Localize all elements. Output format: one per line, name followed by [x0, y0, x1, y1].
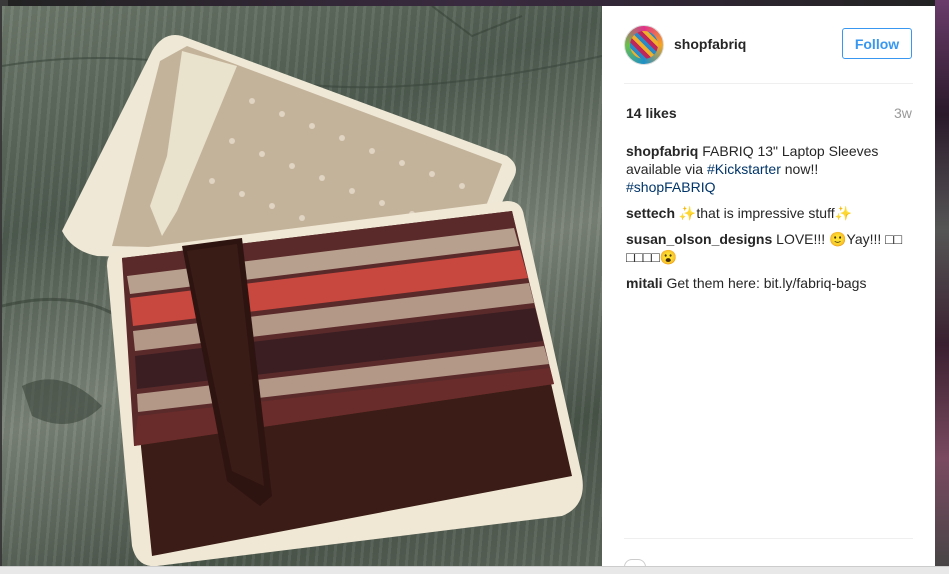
post-age[interactable]: 3w	[894, 105, 912, 121]
post-header: shopfabriq Follow	[602, 6, 935, 84]
comment-username[interactable]: susan_olson_designs	[626, 231, 772, 247]
caption: shopfabriq FABRIQ 13" Laptop Sleeves ava…	[626, 142, 916, 196]
comment-text: Get them here: bit.ly/fabriq-bags	[666, 275, 867, 291]
caption-username[interactable]: shopfabriq	[626, 143, 698, 159]
front-sleeve	[107, 201, 583, 566]
comment-username[interactable]: settech	[626, 205, 675, 221]
likes-count[interactable]: 14 likes	[626, 105, 677, 121]
post-photo[interactable]	[2, 6, 602, 566]
photo-illustration	[2, 6, 602, 566]
hashtag-kickstarter[interactable]: #Kickstarter	[707, 161, 781, 177]
comment-item: settech ✨that is impressive stuff✨	[626, 204, 916, 222]
comment-item: susan_olson_designs LOVE!!! 🙂Yay!!! □□ □…	[626, 230, 916, 266]
comment-username[interactable]: mitali	[626, 275, 663, 291]
avatar[interactable]	[624, 25, 664, 65]
post-modal: shopfabriq Follow 14 likes 3w shopfabriq…	[2, 6, 935, 567]
post-sidebar: shopfabriq Follow 14 likes 3w shopfabriq…	[602, 6, 935, 567]
backdrop-right	[935, 0, 949, 574]
header-divider	[624, 83, 913, 84]
comment-item: mitali Get them here: bit.ly/fabriq-bags	[626, 274, 916, 292]
comments-list: shopfabriq FABRIQ 13" Laptop Sleeves ava…	[626, 142, 916, 300]
comment-text: ✨that is impressive stuff✨	[678, 205, 853, 221]
hashtag-shopfabriq[interactable]: #shopFABRIQ	[626, 179, 716, 195]
caption-text-b: now!!	[784, 161, 819, 177]
backdrop-bottom	[0, 566, 949, 574]
post-username[interactable]: shopfabriq	[674, 36, 746, 52]
avatar-image	[630, 31, 658, 59]
actions-divider	[624, 538, 913, 539]
follow-button[interactable]: Follow	[842, 28, 912, 59]
